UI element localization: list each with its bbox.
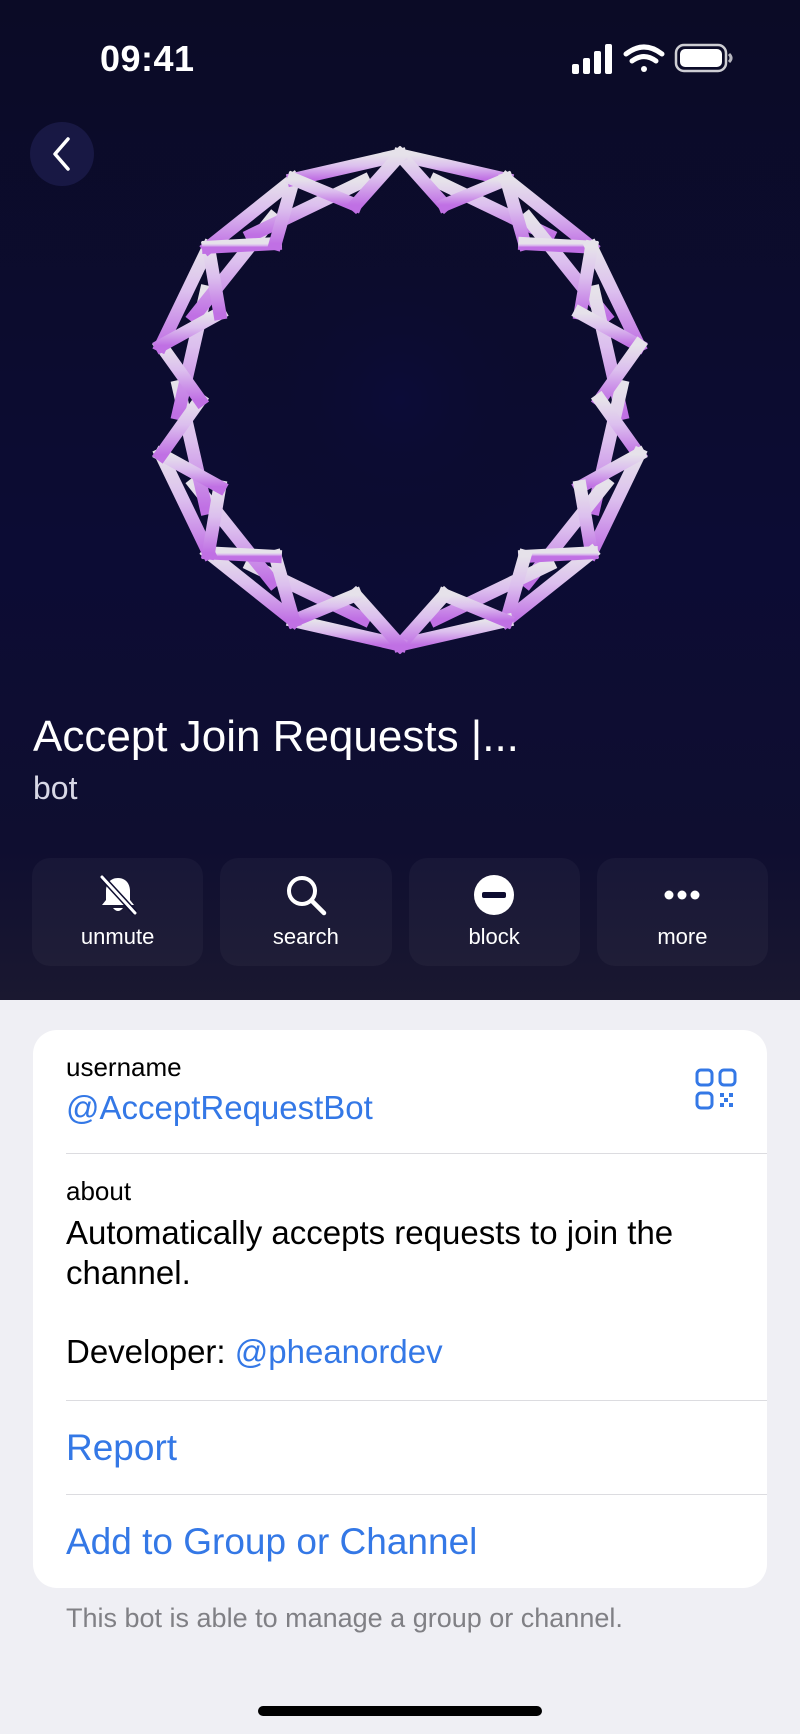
avatar [100,100,700,700]
cellular-signal-icon [572,44,612,74]
footer-note: This bot is able to manage a group or ch… [66,1603,623,1633]
action-buttons: unmute search block more [32,858,768,966]
block-button[interactable]: block [409,858,580,966]
qr-code-icon [695,1068,737,1110]
about-row: about Automatically accepts requests to … [66,1154,767,1401]
info-card: username @AcceptRequestBot about Automat… [33,1030,767,1588]
username-row[interactable]: username @AcceptRequestBot [66,1030,767,1154]
profile-header: 09:41 Accept Join Requests |... bot unmu… [0,0,800,1000]
profile-name: Accept Join Requests |... [33,712,519,761]
search-label: search [272,924,339,949]
more-icon [664,890,700,900]
profile-subtitle: bot [33,770,78,806]
qr-code-button[interactable] [695,1068,737,1115]
report-label: Report [66,1427,178,1468]
about-label: about [66,1176,132,1206]
block-icon [474,875,515,915]
wifi-icon [623,44,665,72]
bell-slash-icon [99,874,137,916]
add-to-group-label: Add to Group or Channel [66,1521,478,1562]
more-label: more [657,924,708,949]
username-label: username [66,1052,182,1082]
status-icons [564,42,734,81]
report-button[interactable]: Report [66,1401,767,1495]
status-bar: 09:41 [0,0,800,110]
unmute-button[interactable]: unmute [32,858,203,966]
back-button[interactable] [30,122,94,186]
more-button[interactable]: more [597,858,768,966]
developer-prefix: Developer: [66,1333,235,1370]
search-button[interactable]: search [220,858,391,966]
add-to-group-button[interactable]: Add to Group or Channel [66,1495,767,1588]
home-indicator [258,1706,542,1716]
status-time: 09:41 [100,38,195,79]
avatar-ring-logo [152,145,648,655]
unmute-label: unmute [80,924,155,949]
block-label: block [468,924,520,949]
search-icon [286,876,327,916]
about-text: Automatically accepts requests to join t… [66,1214,674,1291]
developer-line: Developer: @pheanordev [66,1333,767,1371]
chevron-left-icon [53,137,70,171]
developer-link[interactable]: @pheanordev [235,1333,443,1370]
username-value[interactable]: @AcceptRequestBot [66,1089,767,1127]
battery-icon [674,43,733,73]
